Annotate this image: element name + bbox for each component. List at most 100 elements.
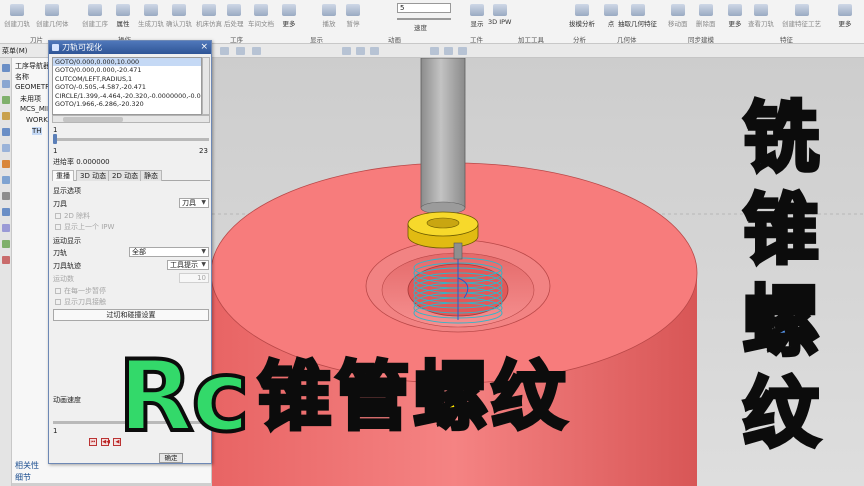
check-tool-contact: 显示刀具接触 <box>55 297 106 307</box>
draft-analysis-button[interactable]: 拔模分析 <box>569 4 595 30</box>
dependencies-panel[interactable]: 相关性 <box>15 460 39 471</box>
side-caption: 铣 锥 螺 纹 <box>726 91 836 460</box>
display-button[interactable]: 显示 <box>470 4 484 30</box>
view-toolpath-button[interactable]: 查看刀轨 <box>748 4 774 30</box>
more-button-3[interactable]: 更多 <box>838 4 852 30</box>
column-name[interactable]: 名称 <box>15 72 29 82</box>
roles-icon[interactable] <box>2 128 10 136</box>
motion-count-field[interactable]: 10 <box>179 273 209 283</box>
orient-icon[interactable] <box>370 47 379 55</box>
side-char-screw: 螺 <box>741 275 821 368</box>
delete-face-button[interactable]: 删除面 <box>696 4 716 30</box>
more-button-1[interactable]: 更多 <box>282 4 296 30</box>
code-vertical-scrollbar[interactable] <box>202 57 210 115</box>
end-snap-icon[interactable] <box>444 47 453 55</box>
render-icon[interactable] <box>356 47 365 55</box>
speed-slider[interactable] <box>397 18 451 20</box>
dialog-titlebar[interactable]: 刀轨可视化 <box>49 41 211 54</box>
code-line[interactable]: CUTCOM/LEFT,RADIUS,1 <box>53 75 201 83</box>
ribbon-toolbar: 创建刀轨 创建几何体 创建工序 属性 生成刀轨 确认刀轨 机床仿真 后处理 车间… <box>0 0 864 44</box>
code-line[interactable]: GOTO/0.000,0.000,-20.471 <box>53 66 201 74</box>
machine-simulation-button[interactable]: 机床仿真 <box>196 4 222 30</box>
checkbox-icon <box>55 299 61 305</box>
shop-doc-button[interactable]: 车间文档 <box>248 4 274 30</box>
code-horizontal-scrollbar[interactable] <box>52 115 210 123</box>
code-line[interactable]: CIRCLE/1.399,-4.464,-20.320,-0.0000000,-… <box>53 92 201 100</box>
material-icon[interactable] <box>2 224 10 232</box>
step-max-label: 23 <box>199 147 208 155</box>
menu-button[interactable]: 菜单(M) <box>2 46 28 56</box>
create-geometry-button[interactable]: 创建几何体 <box>36 4 69 30</box>
generate-toolpath-button[interactable]: 生成刀轨 <box>138 4 164 30</box>
checkbox-icon <box>55 213 61 219</box>
properties-button[interactable]: 属性 <box>116 4 130 30</box>
reuse-icon[interactable] <box>2 112 10 120</box>
step-current-value: 1 <box>53 126 58 134</box>
side-char-taper: 锥 <box>741 183 821 276</box>
code-line[interactable]: GOTO/1.966,-6.286,-20.320 <box>53 100 201 108</box>
tool-path-select[interactable]: 全部 ▼ <box>129 247 209 257</box>
speed-field[interactable]: 5 <box>397 3 451 13</box>
move-face-icon <box>670 4 685 16</box>
view-icon[interactable] <box>342 47 351 55</box>
web-icon[interactable] <box>2 176 10 184</box>
code-line[interactable]: GOTO/-0.505,-4.587,-20.471 <box>53 83 201 91</box>
step-slider-track[interactable] <box>53 138 209 141</box>
step-min-label: 1 <box>53 147 58 155</box>
title-rc: Rc <box>116 340 252 454</box>
collision-settings-button[interactable]: 过切和碰撞设置 <box>53 309 209 321</box>
tool-trace-select[interactable]: 工具提示 ▼ <box>167 260 209 270</box>
machine-tool-icon[interactable] <box>2 256 10 264</box>
verify-toolpath-button[interactable]: 确认刀轨 <box>166 4 192 30</box>
navigator-icon[interactable] <box>2 64 10 72</box>
system-icon[interactable] <box>2 192 10 200</box>
ipw-3d-button[interactable]: 3D IPW <box>488 4 511 30</box>
assembly-icon[interactable] <box>2 96 10 104</box>
scroll-thumb[interactable] <box>63 117 123 122</box>
tool-nut-hole <box>426 217 460 229</box>
details-panel[interactable]: 细节 <box>15 472 31 483</box>
clock-icon[interactable] <box>2 208 10 216</box>
first-step-button[interactable]: ⏮ <box>89 438 97 446</box>
point-snap-icon[interactable] <box>430 47 439 55</box>
snap-icon[interactable] <box>252 47 261 55</box>
cutter-shank <box>453 242 463 260</box>
tool-select[interactable]: 刀具 ▼ <box>179 198 209 208</box>
tab-static[interactable]: 静态 <box>140 170 162 181</box>
extract-geometry-button[interactable]: 抽取几何特征 <box>618 4 657 30</box>
process-icon[interactable] <box>2 160 10 168</box>
step-slider-thumb[interactable] <box>53 134 57 144</box>
more-button-2[interactable]: 更多 <box>728 4 742 30</box>
library-icon[interactable] <box>2 240 10 248</box>
pause-button[interactable]: 暂停 <box>346 4 360 30</box>
speed-label: 速度 <box>414 24 427 32</box>
video-title-overlay: Rc 锥管螺纹 <box>116 338 570 456</box>
toolpath-code-list[interactable]: GOTO/0.000,0.000,10.000 GOTO/0.000,0.000… <box>52 57 202 115</box>
close-icon[interactable]: × <box>200 41 208 54</box>
postprocess-button[interactable]: 后处理 <box>224 4 244 30</box>
chevron-down-icon: ▼ <box>201 199 206 206</box>
group-analysis: 分析 <box>573 36 586 44</box>
tool-holder <box>420 57 466 209</box>
tree-operation[interactable]: TH <box>32 127 42 135</box>
part-icon[interactable] <box>2 80 10 88</box>
point-button[interactable]: 点 <box>604 4 618 30</box>
select-icon[interactable] <box>236 47 245 55</box>
tab-2d-dynamic[interactable]: 2D 动态 <box>108 170 143 181</box>
create-operation-button[interactable]: 创建工序 <box>82 4 108 30</box>
tab-replay[interactable]: 重播 <box>52 170 74 181</box>
fast-reverse-button[interactable]: ◀◀ <box>101 438 110 446</box>
tree-unused[interactable]: 未用项 <box>20 94 41 104</box>
side-char-thread: 纹 <box>741 367 821 460</box>
view-icon <box>754 4 768 16</box>
feature-process-button[interactable]: 创建特征工艺 <box>782 4 821 30</box>
history-icon[interactable] <box>2 144 10 152</box>
play-button[interactable]: 播放 <box>322 4 336 30</box>
move-face-button[interactable]: 移动面 <box>668 4 688 30</box>
tab-3d-dynamic[interactable]: 3D 动态 <box>76 170 111 181</box>
mid-snap-icon[interactable] <box>458 47 467 55</box>
navigator-title: 工序导航器 <box>15 62 50 70</box>
filter-icon[interactable] <box>220 47 229 55</box>
code-line[interactable]: GOTO/0.000,0.000,10.000 <box>53 58 201 67</box>
create-toolpath-button[interactable]: 创建刀轨 <box>4 4 30 30</box>
